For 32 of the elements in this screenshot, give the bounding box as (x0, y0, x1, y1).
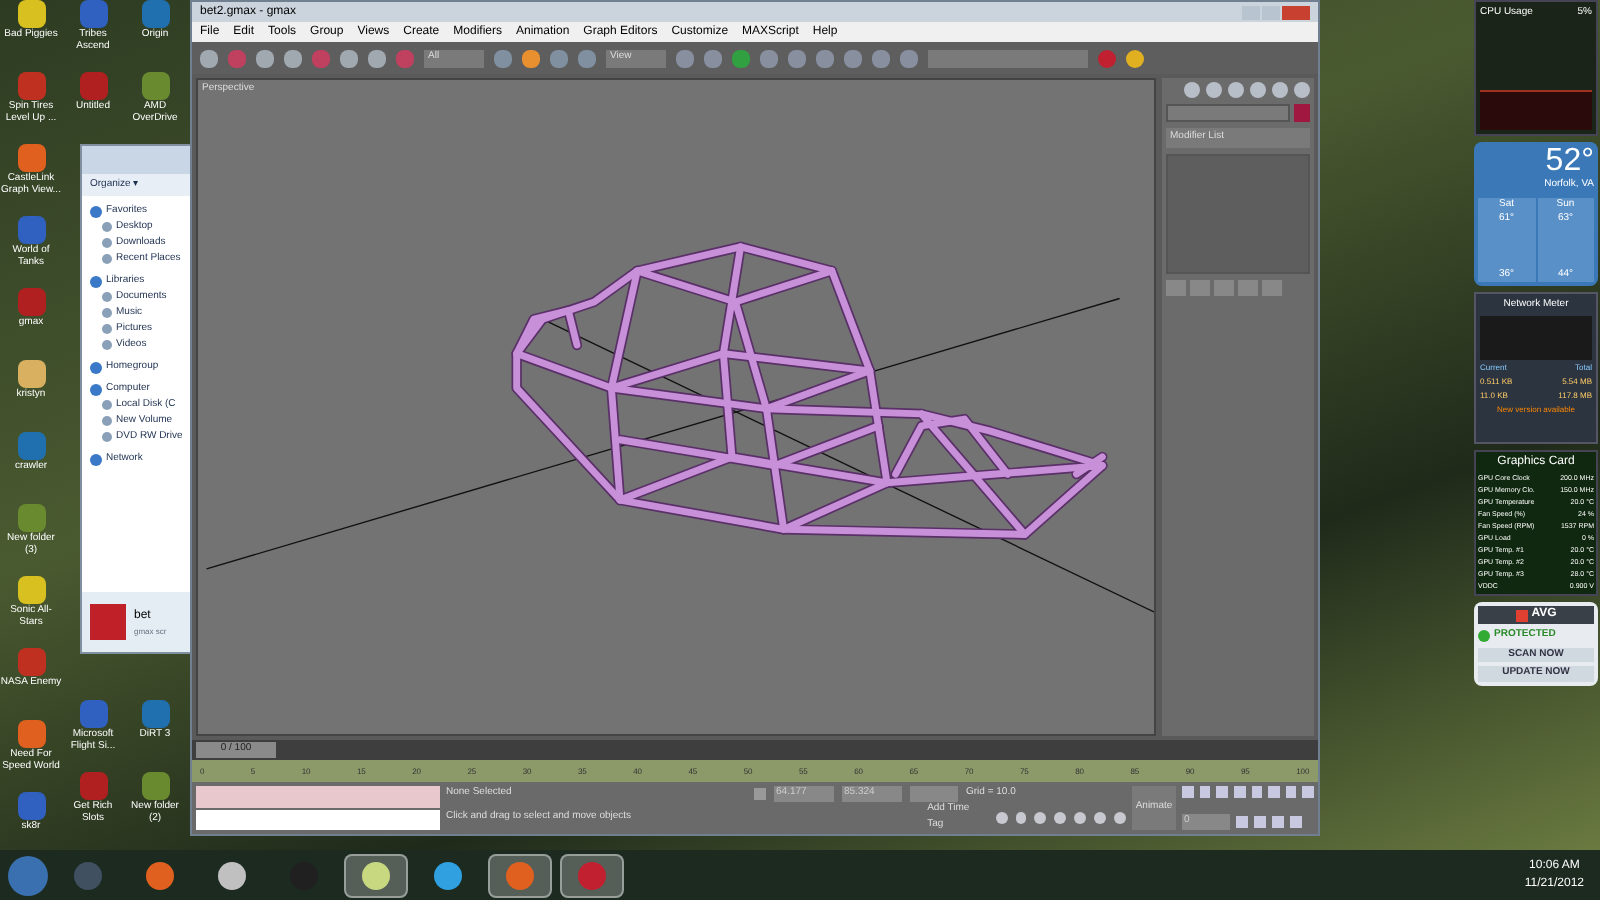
z-coordinate-field[interactable] (910, 786, 958, 802)
app-icon (434, 861, 462, 889)
app-icon (506, 861, 534, 889)
desktop-icon[interactable] (141, 72, 169, 100)
minimize-button[interactable] (1242, 5, 1260, 19)
desktop-icon[interactable] (17, 360, 45, 388)
check-icon (1478, 629, 1490, 642)
app-icon (578, 861, 606, 889)
desktop-icon[interactable] (17, 144, 45, 172)
selection-set-field[interactable] (928, 49, 1088, 67)
app-icon (146, 861, 174, 889)
desktop-icon[interactable] (17, 720, 45, 748)
object-name-field[interactable] (1166, 104, 1290, 122)
close-button[interactable] (1282, 5, 1310, 19)
desktop-icon[interactable] (141, 772, 169, 800)
taskbar-button[interactable] (488, 853, 552, 897)
logo-icon (1515, 609, 1528, 621)
desktop-icon[interactable] (17, 576, 45, 604)
maxscript-listener[interactable] (196, 809, 440, 830)
start-button[interactable] (8, 855, 48, 895)
desktop-icon[interactable] (17, 0, 45, 28)
app-icon (362, 861, 390, 889)
app-icon (218, 861, 246, 889)
cpu-graph (1480, 90, 1592, 130)
network-graph (1480, 315, 1592, 359)
maximize-button[interactable] (1262, 5, 1280, 19)
color-swatch[interactable] (1294, 104, 1310, 122)
taskbar-button[interactable] (344, 853, 408, 897)
app-icon (74, 861, 102, 889)
temperature: 52° (1543, 146, 1594, 178)
taskbar-button[interactable] (560, 853, 624, 897)
file-icon (90, 604, 126, 640)
